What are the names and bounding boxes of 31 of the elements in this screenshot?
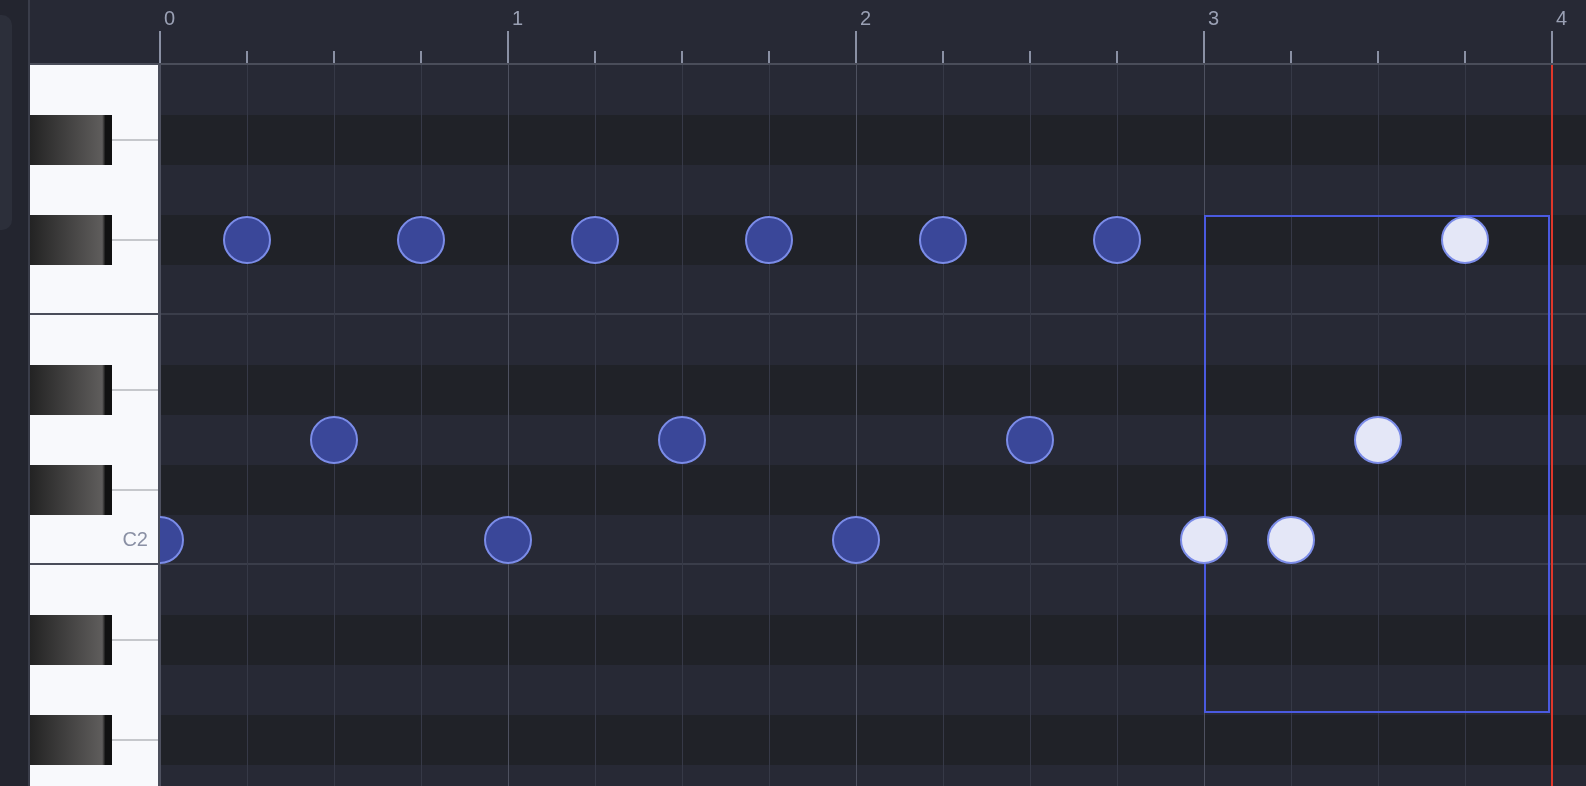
sharp-key[interactable] <box>30 115 112 165</box>
ruler-tick <box>333 51 335 63</box>
sharp-key[interactable] <box>30 715 112 765</box>
bar-number: 4 <box>1556 6 1568 31</box>
selection-rectangle[interactable] <box>1204 215 1550 713</box>
ruler-tick <box>246 51 248 63</box>
bar-number: 2 <box>860 6 872 31</box>
bar-number: 3 <box>1208 6 1220 31</box>
bar-number: 1 <box>512 6 524 31</box>
ruler-tick <box>1290 51 1292 63</box>
ruler-tick <box>768 51 770 63</box>
sharp-key[interactable] <box>30 615 112 665</box>
natural-key[interactable] <box>30 265 158 315</box>
ruler-tick <box>1377 51 1379 63</box>
ruler-tick <box>1203 31 1205 63</box>
sharp-key[interactable] <box>30 365 112 415</box>
ruler-tick <box>420 51 422 63</box>
ruler-tick <box>1464 51 1466 63</box>
ruler-tick <box>159 31 161 63</box>
natural-key[interactable]: C2 <box>30 515 158 565</box>
ruler-tick <box>507 31 509 63</box>
bar-number: 0 <box>164 6 176 31</box>
ruler-tick <box>1551 31 1553 63</box>
ruler-tick <box>681 51 683 63</box>
sharp-key[interactable] <box>30 465 112 515</box>
key-label: C2 <box>122 527 148 552</box>
ruler-tick <box>1116 51 1118 63</box>
ruler-tick <box>594 51 596 63</box>
ruler-tick <box>942 51 944 63</box>
ruler-tick <box>855 31 857 63</box>
ruler-tick <box>1029 51 1031 63</box>
